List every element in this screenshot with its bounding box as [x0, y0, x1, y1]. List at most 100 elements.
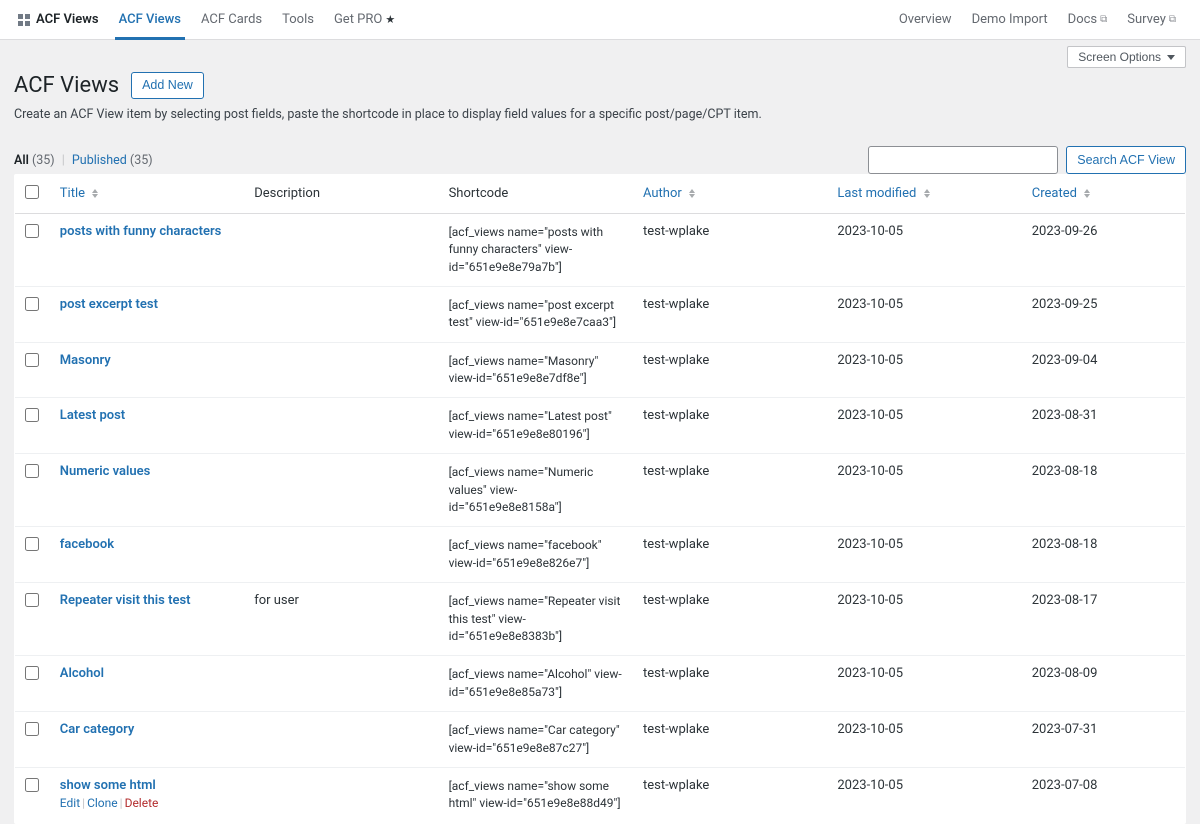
col-shortcode: Shortcode — [439, 174, 633, 213]
select-all-checkbox[interactable] — [25, 185, 39, 199]
row-shortcode: [acf_views name="facebook" view-id="651e… — [439, 527, 633, 583]
filter-all[interactable]: All — [14, 153, 29, 168]
tab-tools[interactable]: Tools — [272, 0, 324, 39]
table-row: Car category [acf_views name="Car categor… — [15, 712, 1186, 768]
row-action-delete[interactable]: Delete — [125, 796, 159, 810]
row-checkbox[interactable] — [25, 593, 39, 607]
row-action-clone[interactable]: Clone — [87, 796, 118, 810]
row-title-link[interactable]: show some html — [60, 778, 156, 793]
row-last-modified: 2023-10-05 — [827, 342, 1021, 398]
row-last-modified: 2023-10-05 — [827, 454, 1021, 527]
row-checkbox[interactable] — [25, 353, 39, 367]
row-description — [244, 767, 438, 823]
row-description — [244, 213, 438, 286]
row-description — [244, 454, 438, 527]
external-link-icon: ⧉ — [1169, 14, 1176, 25]
search-input[interactable] — [868, 146, 1058, 174]
tab-get-pro[interactable]: Get PRO★ — [324, 0, 405, 39]
row-shortcode: [acf_views name="post excerpt test" view… — [439, 286, 633, 342]
search-button[interactable]: Search ACF View — [1066, 146, 1186, 174]
row-created: 2023-07-08 — [1022, 767, 1186, 823]
col-author[interactable]: Author — [633, 174, 827, 213]
row-created: 2023-08-31 — [1022, 398, 1186, 454]
row-author: test-wplake — [633, 527, 827, 583]
row-checkbox[interactable] — [25, 464, 39, 478]
col-title[interactable]: Title — [50, 174, 244, 213]
row-title-link[interactable]: Repeater visit this test — [60, 593, 191, 608]
row-created: 2023-09-04 — [1022, 342, 1186, 398]
row-description — [244, 342, 438, 398]
table-row: Repeater visit this test for user[acf_vie… — [15, 583, 1186, 656]
row-shortcode: [acf_views name="Latest post" view-id="6… — [439, 398, 633, 454]
page-header: ACF Views Add New Create an ACF View ite… — [0, 68, 1200, 146]
table-row: facebook [acf_views name="facebook" view-… — [15, 527, 1186, 583]
row-title-link[interactable]: Masonry — [60, 353, 111, 368]
row-title-link[interactable]: Alcohol — [60, 666, 104, 681]
row-last-modified: 2023-10-05 — [827, 398, 1021, 454]
app-logo: ACF Views — [8, 12, 109, 27]
row-title-link[interactable]: facebook — [60, 537, 114, 552]
nav-survey[interactable]: Survey⧉ — [1117, 12, 1186, 27]
sort-icon — [1084, 189, 1090, 198]
row-checkbox[interactable] — [25, 297, 39, 311]
views-table: Title Description Shortcode Author Last … — [14, 174, 1186, 824]
table-row: posts with funny characters[acf_views na… — [15, 213, 1186, 286]
row-shortcode: [acf_views name="Car category" view-id="… — [439, 712, 633, 768]
row-author: test-wplake — [633, 213, 827, 286]
col-created[interactable]: Created — [1022, 174, 1186, 213]
row-title-link[interactable]: Latest post — [60, 408, 125, 423]
row-title-link[interactable]: Car category — [60, 722, 135, 737]
row-created: 2023-08-09 — [1022, 656, 1186, 712]
sort-icon — [924, 189, 930, 198]
screen-options-label: Screen Options — [1078, 50, 1161, 64]
sort-icon — [92, 189, 98, 198]
filter-published-count: (35) — [130, 153, 153, 168]
tab-acf-views[interactable]: ACF Views — [109, 0, 191, 39]
sort-icon — [689, 189, 695, 198]
table-row: Masonry[acf_views name="Masonry" view-id… — [15, 342, 1186, 398]
nav-docs[interactable]: Docs⧉ — [1058, 12, 1118, 27]
row-title-link[interactable]: Numeric values — [60, 464, 151, 479]
nav-overview[interactable]: Overview — [889, 12, 962, 27]
filter-published[interactable]: Published — [72, 153, 127, 168]
row-action-edit[interactable]: Edit — [60, 796, 80, 810]
chevron-down-icon — [1167, 55, 1175, 60]
row-description — [244, 712, 438, 768]
star-icon: ★ — [385, 13, 395, 26]
row-shortcode: [acf_views name="Repeater visit this tes… — [439, 583, 633, 656]
row-author: test-wplake — [633, 712, 827, 768]
row-created: 2023-08-17 — [1022, 583, 1186, 656]
app-logo-text: ACF Views — [36, 12, 99, 27]
screen-options-button[interactable]: Screen Options — [1067, 46, 1186, 68]
row-author: test-wplake — [633, 583, 827, 656]
row-title-link[interactable]: posts with funny characters — [60, 224, 222, 239]
external-link-icon: ⧉ — [1100, 14, 1107, 25]
row-description: for user — [244, 583, 438, 656]
add-new-button[interactable]: Add New — [131, 72, 204, 99]
row-checkbox[interactable] — [25, 778, 39, 792]
row-shortcode: [acf_views name="show some html" view-id… — [439, 767, 633, 823]
row-checkbox[interactable] — [25, 408, 39, 422]
row-title-link[interactable]: post excerpt test — [60, 297, 158, 312]
secondary-tabs: OverviewDemo ImportDocs⧉Survey⧉ — [889, 12, 1186, 27]
screen-options-bar: Screen Options — [0, 40, 1200, 68]
page-title: ACF Views — [14, 73, 119, 98]
row-checkbox[interactable] — [25, 722, 39, 736]
row-checkbox[interactable] — [25, 537, 39, 551]
row-created: 2023-08-18 — [1022, 454, 1186, 527]
col-last-modified[interactable]: Last modified — [827, 174, 1021, 213]
row-last-modified: 2023-10-05 — [827, 656, 1021, 712]
row-created: 2023-08-18 — [1022, 527, 1186, 583]
nav-demo-import[interactable]: Demo Import — [962, 12, 1058, 27]
row-last-modified: 2023-10-05 — [827, 767, 1021, 823]
row-last-modified: 2023-10-05 — [827, 527, 1021, 583]
row-checkbox[interactable] — [25, 666, 39, 680]
filters-row: All (35) | Published (35) Search ACF Vie… — [0, 146, 1200, 174]
search-wrap: Search ACF View — [868, 146, 1186, 174]
tab-acf-cards[interactable]: ACF Cards — [191, 0, 272, 39]
row-last-modified: 2023-10-05 — [827, 583, 1021, 656]
row-created: 2023-09-26 — [1022, 213, 1186, 286]
row-checkbox[interactable] — [25, 224, 39, 238]
row-last-modified: 2023-10-05 — [827, 213, 1021, 286]
row-author: test-wplake — [633, 454, 827, 527]
